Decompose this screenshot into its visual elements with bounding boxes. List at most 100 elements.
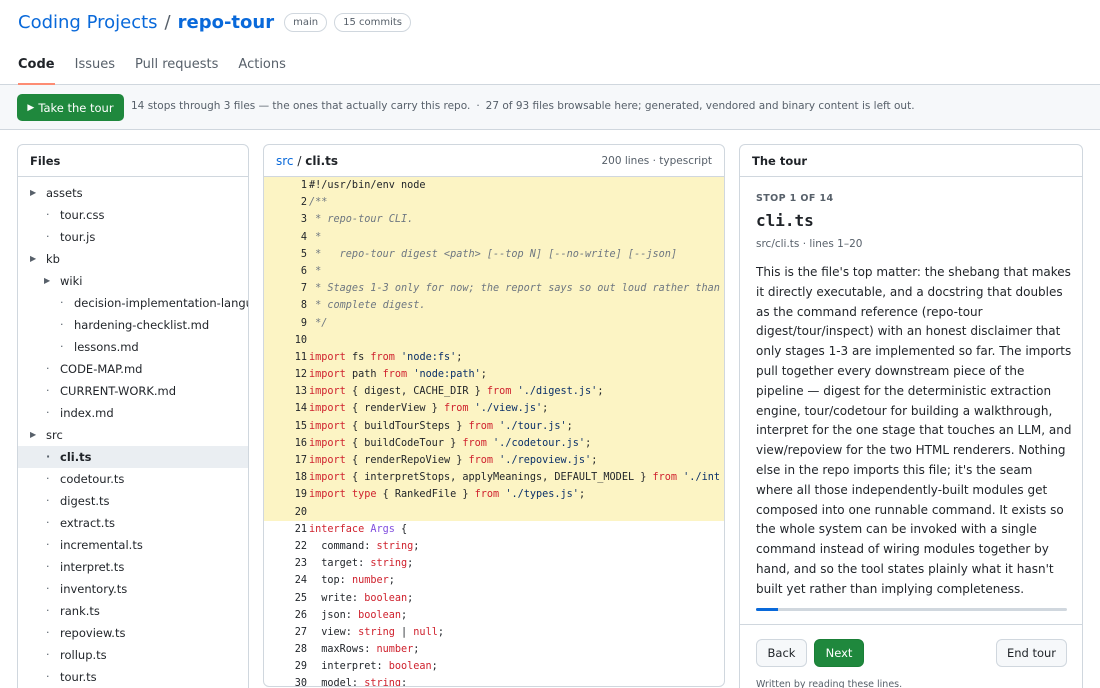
tree-item-label: rank.ts [60, 604, 100, 618]
file-item[interactable]: · inventory.ts [18, 578, 248, 600]
file-item[interactable]: · rollup.ts [18, 644, 248, 666]
end-tour-button[interactable]: End tour [996, 639, 1067, 667]
tour-summary-text: 14 stops through 3 files — the ones that… [131, 100, 471, 112]
code-line: 17 import { renderRepoView } from './repo… [264, 452, 724, 470]
file-bullet-icon: · [46, 582, 50, 595]
line-text: * repo-tour digest <path> [--top N] [--n… [309, 248, 678, 260]
line-number: 8 [300, 300, 307, 312]
line-number: 25 [294, 592, 307, 604]
line-number: 15 [294, 420, 307, 432]
file-item[interactable]: · repoview.ts [18, 622, 248, 644]
tour-panel-title: The tour [740, 145, 1082, 177]
file-item[interactable]: · extract.ts [18, 512, 248, 534]
line-number: 30 [294, 678, 307, 687]
banner-separator: · [476, 100, 480, 112]
tab-code[interactable]: Code [18, 56, 55, 85]
line-text: import path from 'node:path'; [309, 369, 487, 381]
branch-badge[interactable]: main [284, 13, 328, 32]
code-line: 15 import { buildTourSteps } from './tour… [264, 417, 724, 435]
tour-footnote: Written by reading these lines. [756, 679, 903, 688]
file-item[interactable]: · interpret.ts [18, 556, 248, 578]
commits-badge[interactable]: 15 commits [334, 13, 411, 32]
file-item[interactable]: · tour.ts [18, 666, 248, 688]
back-button[interactable]: Back [756, 639, 807, 667]
code-file-path: src / cli.ts [276, 154, 338, 168]
line-number: 13 [294, 386, 307, 398]
tree-item-label: codetour.ts [60, 472, 125, 486]
line-number: 5 [300, 248, 307, 260]
folder-item[interactable]: ▶ kb [18, 248, 248, 270]
line-number: 23 [294, 558, 307, 570]
line-number: 19 [294, 489, 307, 501]
take-tour-button[interactable]: ▶ Take the tour [17, 94, 124, 121]
tab-issues[interactable]: Issues [75, 56, 115, 85]
code-line: 22 command: string; [264, 538, 724, 555]
tab-pull-requests[interactable]: Pull requests [135, 56, 218, 85]
file-item[interactable]: · tour.js [18, 226, 248, 248]
folder-item[interactable]: ▶ assets [18, 182, 248, 204]
file-item[interactable]: · CURRENT-WORK.md [18, 380, 248, 402]
file-item[interactable]: · cli.ts [18, 446, 248, 468]
owner-link[interactable]: Coding Projects [18, 12, 158, 33]
file-item[interactable]: · digest.ts [18, 490, 248, 512]
tree-item-label: index.md [60, 406, 114, 420]
line-text: import fs from 'node:fs'; [309, 351, 463, 363]
repo-header: Coding Projects / repo-tour main 15 comm… [0, 0, 1100, 85]
file-item[interactable]: · decision-implementation-languag [18, 292, 248, 314]
code-line: 25 write: boolean; [264, 590, 724, 607]
tree-item-label: repoview.ts [60, 626, 126, 640]
line-text: import { digest, CACHE_DIR } from './dig… [309, 386, 604, 398]
line-number: 29 [294, 661, 307, 673]
folder-item[interactable]: ▶ wiki [18, 270, 248, 292]
tree-item-label: assets [46, 186, 83, 200]
file-bullet-icon: · [46, 648, 50, 661]
line-text: command: string; [309, 540, 420, 552]
next-button[interactable]: Next [814, 639, 864, 667]
code-path-separator: / [297, 153, 302, 168]
file-item[interactable]: · hardening-checklist.md [18, 314, 248, 336]
stop-title: cli.ts [756, 211, 814, 230]
line-number: 9 [300, 317, 307, 329]
file-item[interactable]: · rank.ts [18, 600, 248, 622]
code-line: 24 top: number; [264, 572, 724, 589]
take-tour-label: Take the tour [38, 100, 114, 115]
line-text: interface Args { [309, 523, 408, 535]
banner-summary: 14 stops through 3 files — the ones that… [131, 100, 915, 112]
line-text: * [309, 231, 322, 243]
line-text: write: boolean; [309, 592, 414, 604]
files-panel: Files ▶ assets · tour.css · tour.js ▶ kb ▶ wiki · d… [17, 144, 249, 688]
file-item[interactable]: · incremental.ts [18, 534, 248, 556]
code-panel-header: src / cli.ts 200 lines · typescript [264, 145, 724, 177]
file-item[interactable]: · index.md [18, 402, 248, 424]
line-text: interpret: boolean; [309, 661, 438, 673]
file-bullet-icon: · [46, 494, 50, 507]
code-line: 18 import { interpretStops, applyMeanings… [264, 469, 724, 487]
code-panel: src / cli.ts 200 lines · typescript 1 #!/… [263, 144, 725, 687]
file-item[interactable]: · CODE-MAP.md [18, 358, 248, 380]
line-number: 22 [294, 540, 307, 552]
line-text: import { buildCodeTour } from './codetou… [309, 437, 592, 449]
tab-actions[interactable]: Actions [238, 56, 286, 85]
line-number: 4 [300, 231, 307, 243]
code-line: 1 #!/usr/bin/env node [264, 177, 724, 195]
file-item[interactable]: · tour.css [18, 204, 248, 226]
file-bullet-icon: · [46, 406, 50, 419]
line-number: 10 [294, 334, 307, 346]
repo-name-link[interactable]: repo-tour [178, 12, 274, 33]
tree-item-label: CODE-MAP.md [60, 362, 143, 376]
line-number: 2 [300, 197, 307, 209]
file-bullet-icon: · [60, 318, 64, 331]
tree-item-label: wiki [60, 274, 83, 288]
code-line: 3 * repo-tour CLI. [264, 211, 724, 229]
line-text: maxRows: number; [309, 644, 420, 656]
code-line: 21 interface Args { [264, 521, 724, 538]
files-panel-title: Files [18, 145, 248, 177]
file-item[interactable]: · codetour.ts [18, 468, 248, 490]
folder-item[interactable]: ▶ src [18, 424, 248, 446]
file-item[interactable]: · lessons.md [18, 336, 248, 358]
line-number: 1 [300, 180, 307, 191]
code-line: 6 * [264, 262, 724, 281]
file-bullet-icon: · [46, 670, 50, 683]
browsable-files-text: 27 of 93 files browsable here; generated… [485, 100, 915, 112]
code-dir-link[interactable]: src [276, 154, 294, 168]
